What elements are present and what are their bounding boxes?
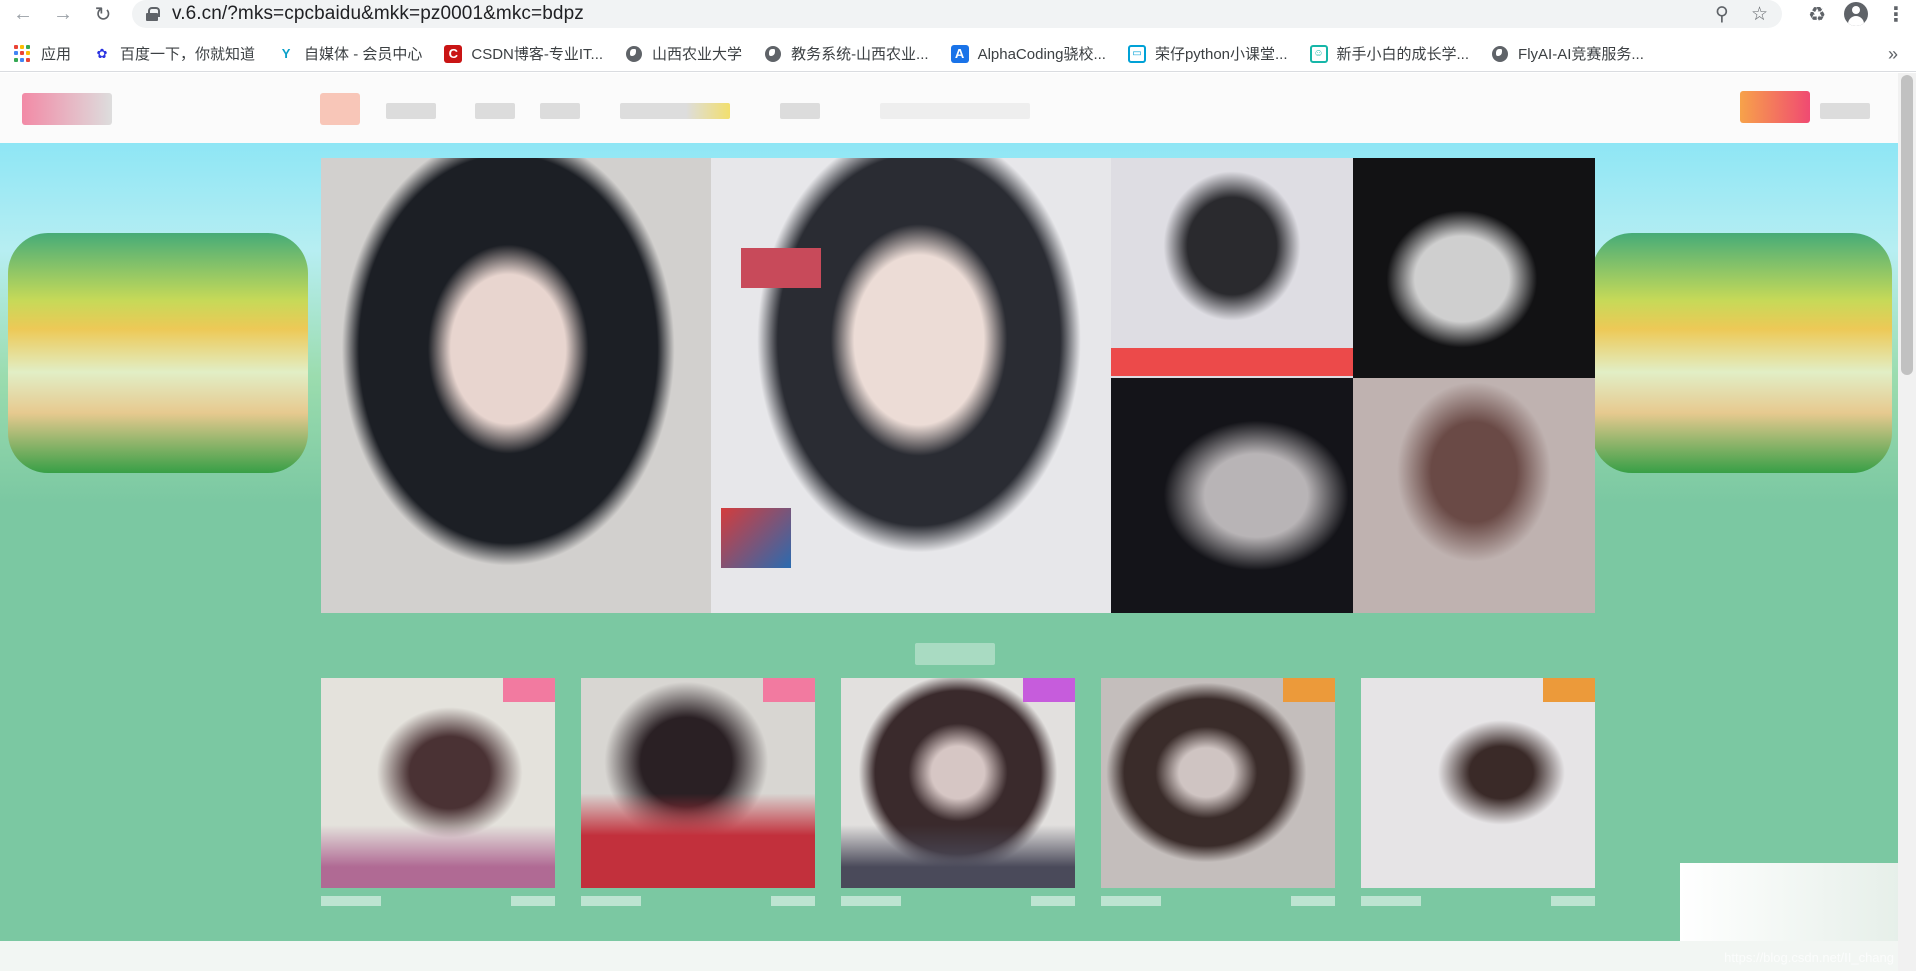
card-image bbox=[581, 678, 815, 888]
login-button[interactable] bbox=[1740, 91, 1810, 123]
hero-tile-5[interactable] bbox=[1111, 378, 1353, 613]
bookmark-label: 荣仔python小课堂... bbox=[1154, 46, 1288, 63]
card-captions bbox=[321, 896, 1595, 910]
room-card[interactable] bbox=[321, 678, 555, 888]
nav-item[interactable] bbox=[540, 103, 580, 119]
hero-tile-6[interactable] bbox=[1353, 378, 1595, 613]
card-caption bbox=[1551, 896, 1595, 906]
watermark-text: https://blog.csdn.net/II_chang bbox=[1724, 950, 1894, 965]
scroll-thumb[interactable] bbox=[1901, 75, 1913, 375]
alphacoding-icon: A bbox=[950, 44, 969, 63]
bookmark-apps[interactable]: 应用 bbox=[14, 43, 71, 64]
section-title bbox=[915, 643, 995, 665]
bookmark-label: 自媒体 - 会员中心 bbox=[304, 46, 423, 63]
hero-tile-4[interactable] bbox=[1353, 158, 1595, 378]
browser-toolbar: ← → ↻ v.6.cn/?mks=cpcbaidu&mkk=pz0001&mk… bbox=[0, 0, 1916, 30]
nav-item[interactable] bbox=[1820, 103, 1870, 119]
live-badge bbox=[763, 678, 815, 702]
card-caption bbox=[511, 896, 555, 906]
more-bookmarks-icon[interactable]: » bbox=[1888, 44, 1898, 65]
csdn-c-icon: C bbox=[444, 44, 463, 63]
hero-tile-1[interactable] bbox=[321, 158, 711, 613]
bookmark-newbie[interactable]: ☺ 新手小白的成长学... bbox=[1309, 43, 1470, 64]
zoom-icon[interactable]: ⚲ bbox=[1715, 3, 1729, 26]
chat-face-icon: ☺ bbox=[1309, 44, 1328, 63]
card-caption bbox=[1101, 896, 1161, 906]
nav-item[interactable] bbox=[620, 103, 730, 119]
bookmark-alphacoding[interactable]: A AlphaCoding骁校... bbox=[950, 43, 1106, 64]
toolbar-actions: ♻ ⋮ bbox=[1808, 0, 1906, 28]
card-image bbox=[841, 678, 1075, 888]
reload-icon[interactable]: ↻ bbox=[88, 0, 118, 28]
bookmark-sxau[interactable]: 山西农业大学 bbox=[625, 43, 742, 64]
card-caption bbox=[1291, 896, 1335, 906]
bookmark-label: 新手小白的成长学... bbox=[1336, 46, 1470, 63]
arrow-left-icon[interactable]: ← bbox=[8, 0, 38, 28]
bilibili-tv-icon: ▭ bbox=[1127, 44, 1146, 63]
lock-icon[interactable] bbox=[146, 7, 160, 21]
card-caption bbox=[1031, 896, 1075, 906]
bookmark-baidu[interactable]: ✿ 百度一下，你就知道 bbox=[93, 43, 255, 64]
bookmark-label: AlphaCoding骁校... bbox=[977, 46, 1106, 63]
card-caption bbox=[581, 896, 641, 906]
site-logo[interactable] bbox=[22, 93, 112, 125]
arrow-right-icon[interactable]: → bbox=[48, 0, 78, 28]
card-caption bbox=[771, 896, 815, 906]
bookmark-csdn[interactable]: C CSDN博客-专业IT... bbox=[444, 43, 603, 64]
site-header bbox=[0, 73, 1916, 143]
room-card[interactable] bbox=[841, 678, 1075, 888]
bookmark-jiaowu[interactable]: 教务系统-山西农业... bbox=[764, 43, 929, 64]
apps-grid-icon bbox=[14, 44, 32, 63]
live-badge bbox=[1543, 678, 1595, 702]
puzzle-icon[interactable]: ♻ bbox=[1808, 2, 1826, 27]
nav-icon[interactable] bbox=[320, 93, 360, 125]
star-icon[interactable]: ☆ bbox=[1751, 3, 1768, 26]
card-caption bbox=[841, 896, 901, 906]
search-box[interactable] bbox=[880, 103, 1030, 119]
card-caption bbox=[321, 896, 381, 906]
hero-tile-banner bbox=[1111, 348, 1353, 376]
decoration bbox=[721, 508, 791, 568]
room-card[interactable] bbox=[581, 678, 815, 888]
decoration bbox=[741, 248, 821, 288]
page-scrollbar[interactable] bbox=[1898, 73, 1916, 971]
room-card[interactable] bbox=[1101, 678, 1335, 888]
recommend-row bbox=[321, 678, 1595, 888]
globe-icon bbox=[764, 45, 782, 63]
baidu-paw-icon: ✿ bbox=[96, 45, 108, 61]
hero-tile-3[interactable] bbox=[1111, 158, 1353, 378]
bookmark-label: 百度一下，你就知道 bbox=[120, 46, 256, 63]
url-text[interactable]: v.6.cn/?mks=cpcbaidu&mkk=pz0001&mkc=bdpz bbox=[172, 3, 584, 25]
bookmarks-bar: 应用 ✿ 百度一下，你就知道 Y 自媒体 - 会员中心 C CSDN博客-专业I… bbox=[0, 36, 1916, 72]
bookmark-label: 应用 bbox=[41, 46, 72, 63]
nav-item[interactable] bbox=[780, 103, 820, 119]
hero-tile-2[interactable] bbox=[711, 158, 1111, 613]
bookmark-label: CSDN博客-专业IT... bbox=[471, 46, 604, 63]
live-badge bbox=[503, 678, 555, 702]
page-footer bbox=[0, 941, 1898, 971]
bookmark-flyai[interactable]: FlyAI-AI竞赛服务... bbox=[1491, 43, 1644, 64]
bookmark-label: FlyAI-AI竞赛服务... bbox=[1518, 46, 1644, 63]
bookmark-media[interactable]: Y 自媒体 - 会员中心 bbox=[277, 43, 423, 64]
nav-item[interactable] bbox=[475, 103, 515, 119]
card-image bbox=[321, 678, 555, 888]
globe-icon bbox=[1491, 45, 1509, 63]
profile-icon[interactable] bbox=[1844, 2, 1868, 26]
address-bar[interactable]: v.6.cn/?mks=cpcbaidu&mkk=pz0001&mkc=bdpz… bbox=[132, 0, 1782, 28]
live-badge bbox=[1023, 678, 1075, 702]
web-page bbox=[0, 73, 1916, 971]
bookmark-label: 教务系统-山西农业... bbox=[791, 46, 929, 63]
decoration-left bbox=[8, 233, 308, 473]
nav-item[interactable] bbox=[386, 103, 436, 119]
globe-icon bbox=[625, 45, 643, 63]
room-card[interactable] bbox=[1361, 678, 1595, 888]
card-caption bbox=[1361, 896, 1421, 906]
decoration-right bbox=[1592, 233, 1892, 473]
live-badge bbox=[1283, 678, 1335, 702]
hero-carousel[interactable] bbox=[321, 158, 1595, 613]
bookmark-label: 山西农业大学 bbox=[652, 46, 743, 63]
kebab-menu-icon[interactable]: ⋮ bbox=[1886, 2, 1906, 27]
media-y-icon: Y bbox=[281, 46, 291, 61]
bookmark-bilibili[interactable]: ▭ 荣仔python小课堂... bbox=[1127, 43, 1288, 64]
